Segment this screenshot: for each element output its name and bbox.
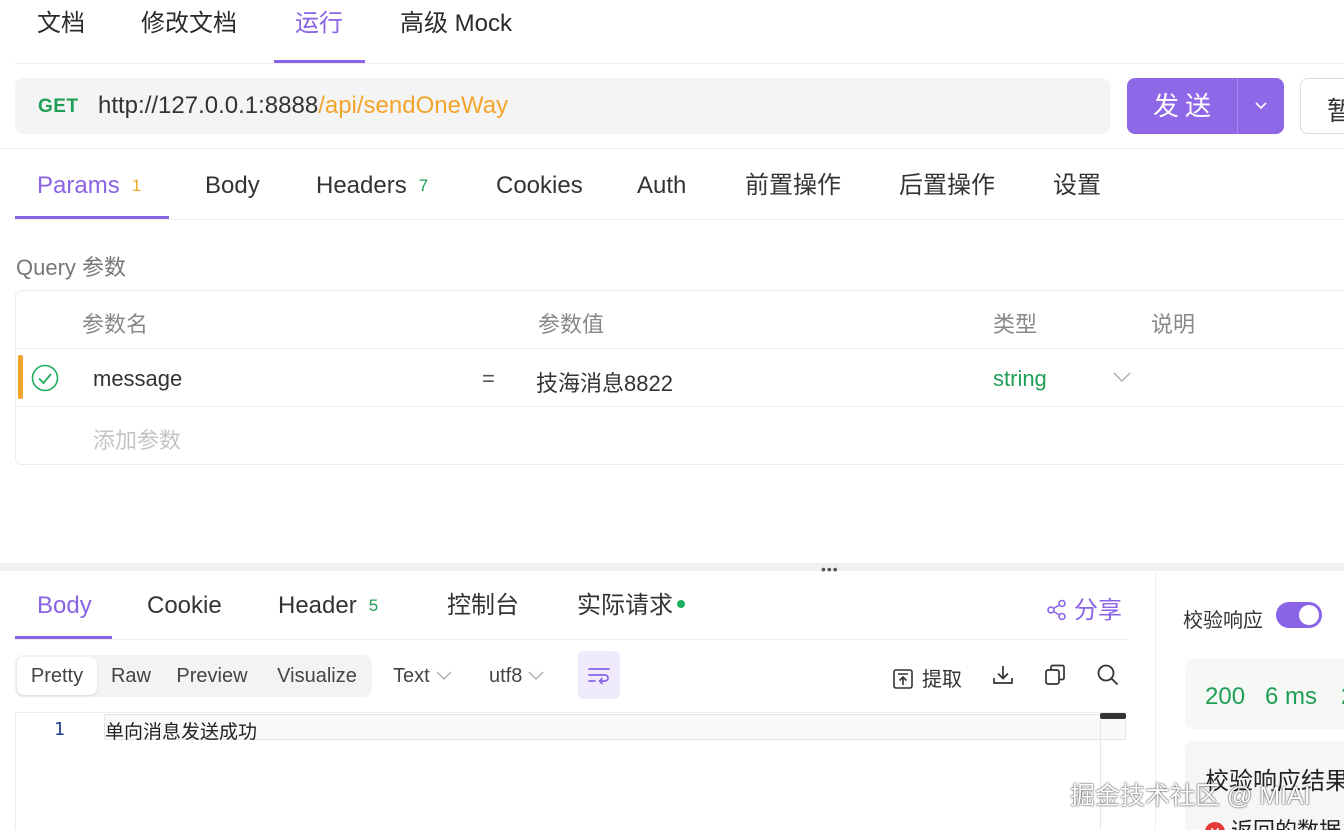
watermark: 掘金技术社区 @ MIAI bbox=[1070, 782, 1311, 810]
validation-error: ✕ 返回的数据 bbox=[1205, 813, 1341, 830]
scrollbar[interactable] bbox=[1100, 713, 1126, 830]
share-icon bbox=[1047, 599, 1066, 621]
response-body-text: 单向消息发送成功 bbox=[105, 721, 258, 743]
error-icon: ✕ bbox=[1205, 822, 1225, 830]
tab-pre-actions[interactable]: 前置操作 bbox=[745, 168, 841, 208]
tab-response-header-label: Header bbox=[278, 592, 357, 619]
divider bbox=[15, 219, 1344, 220]
format-select[interactable]: Text bbox=[393, 665, 452, 688]
url-bar[interactable]: GET http://127.0.0.1:8888/api/sendOneWay bbox=[15, 78, 1110, 134]
extract-button[interactable]: 提取 bbox=[892, 663, 962, 692]
search-icon[interactable] bbox=[1096, 663, 1120, 692]
format-select-value: Text bbox=[393, 665, 430, 687]
encoding-select-value: utf8 bbox=[489, 665, 523, 687]
add-param-input[interactable]: 添加参数 bbox=[93, 423, 181, 455]
tab-response-body[interactable]: Body bbox=[37, 590, 92, 626]
tab-body[interactable]: Body bbox=[205, 168, 260, 208]
tab-settings[interactable]: 设置 bbox=[1053, 168, 1101, 208]
tab-params[interactable]: Params 1 bbox=[37, 168, 141, 208]
response-headers-count-badge: 5 bbox=[368, 596, 379, 615]
tab-advanced-mock[interactable]: 高级 Mock bbox=[400, 0, 512, 62]
pause-button[interactable]: 暂 bbox=[1300, 78, 1344, 134]
validate-response-toggle[interactable] bbox=[1276, 602, 1322, 628]
response-editor[interactable]: 1 单向消息发送成功 bbox=[15, 712, 1128, 830]
tab-cookies[interactable]: Cookies bbox=[496, 168, 583, 208]
panel-splitter[interactable] bbox=[0, 563, 1344, 571]
headers-count-badge: 7 bbox=[418, 176, 429, 195]
toggle-knob bbox=[1299, 605, 1319, 625]
tab-docs[interactable]: 文档 bbox=[37, 0, 85, 62]
chevron-down-icon[interactable] bbox=[1113, 369, 1131, 387]
send-button-label: 发送 bbox=[1152, 91, 1217, 121]
tab-console[interactable]: 控制台 bbox=[447, 590, 519, 626]
params-count-badge: 1 bbox=[131, 176, 142, 195]
extract-label: 提取 bbox=[922, 669, 962, 691]
view-mode-preview[interactable]: Preview bbox=[167, 655, 257, 697]
tab-actual-request-label: 实际请求 bbox=[577, 592, 673, 619]
url-path: /api/sendOneWay bbox=[318, 92, 509, 119]
validate-response-label: 校验响应 bbox=[1183, 610, 1263, 632]
column-header-description: 说明 bbox=[1151, 312, 1196, 337]
view-mode-visualize[interactable]: Visualize bbox=[265, 655, 369, 697]
tab-headers-label: Headers bbox=[316, 172, 407, 199]
divider bbox=[15, 63, 1344, 64]
row-divider bbox=[16, 348, 1344, 349]
url-base: http://127.0.0.1:8888 bbox=[98, 92, 319, 119]
encoding-select[interactable]: utf8 bbox=[489, 665, 544, 688]
url-input[interactable]: http://127.0.0.1:8888/api/sendOneWay bbox=[98, 92, 508, 120]
chevron-down-icon[interactable] bbox=[1238, 78, 1284, 134]
divider bbox=[15, 639, 1128, 640]
params-table: 参数名 参数值 类型 说明 message = 技海消息8822 string … bbox=[15, 290, 1344, 465]
code-line: 单向消息发送成功 bbox=[104, 714, 1126, 743]
column-header-name: 参数名 bbox=[82, 312, 149, 337]
share-label: 分享 bbox=[1074, 597, 1122, 624]
response-status-card: 200 6 ms 2 bbox=[1185, 659, 1344, 729]
tab-run[interactable]: 运行 bbox=[295, 0, 343, 62]
param-value-input[interactable]: 技海消息8822 bbox=[536, 366, 673, 398]
share-button[interactable]: 分享 bbox=[1046, 590, 1122, 625]
tab-response-cookie[interactable]: Cookie bbox=[147, 590, 222, 626]
check-circle-icon[interactable] bbox=[31, 364, 59, 392]
tab-headers[interactable]: Headers 7 bbox=[316, 168, 428, 208]
tab-actual-request[interactable]: 实际请求 bbox=[577, 590, 685, 626]
view-mode-pretty[interactable]: Pretty bbox=[17, 657, 97, 695]
status-code: 200 bbox=[1205, 683, 1246, 710]
query-params-title: Query 参数 bbox=[16, 255, 127, 280]
drag-handle-icon[interactable]: ••• bbox=[821, 561, 839, 577]
scrollbar-thumb[interactable] bbox=[1100, 713, 1126, 719]
chevron-down-icon bbox=[528, 671, 544, 680]
tab-response-header[interactable]: Header 5 bbox=[278, 590, 378, 626]
send-button[interactable]: 发送 bbox=[1127, 78, 1284, 134]
divider bbox=[0, 148, 1344, 149]
pause-button-label: 暂 bbox=[1327, 96, 1344, 126]
copy-icon[interactable] bbox=[1043, 663, 1067, 692]
view-mode-segmented: Pretty Raw Preview Visualize bbox=[15, 655, 372, 697]
response-time: 6 ms bbox=[1265, 683, 1318, 710]
word-wrap-icon bbox=[588, 668, 610, 685]
tab-params-label: Params bbox=[37, 172, 120, 199]
param-name-input[interactable]: message bbox=[93, 366, 182, 392]
column-header-value: 参数值 bbox=[538, 312, 605, 337]
row-divider bbox=[16, 406, 1344, 407]
status-dot-icon bbox=[677, 600, 685, 608]
view-mode-raw[interactable]: Raw bbox=[99, 655, 163, 697]
equals-sign: = bbox=[482, 366, 495, 391]
param-type-select[interactable]: string bbox=[993, 366, 1047, 392]
chevron-down-icon bbox=[436, 671, 452, 680]
line-number: 1 bbox=[54, 719, 65, 740]
tab-auth[interactable]: Auth bbox=[637, 168, 686, 208]
http-method[interactable]: GET bbox=[38, 96, 79, 118]
extract-icon bbox=[893, 669, 913, 689]
column-header-type: 类型 bbox=[993, 312, 1038, 337]
tab-post-actions[interactable]: 后置操作 bbox=[899, 168, 995, 208]
download-icon[interactable] bbox=[991, 663, 1015, 692]
tab-edit-docs[interactable]: 修改文档 bbox=[141, 0, 237, 62]
row-drag-handle[interactable] bbox=[18, 355, 23, 399]
validation-error-text: 返回的数据 bbox=[1231, 818, 1341, 830]
word-wrap-button[interactable] bbox=[578, 651, 620, 699]
